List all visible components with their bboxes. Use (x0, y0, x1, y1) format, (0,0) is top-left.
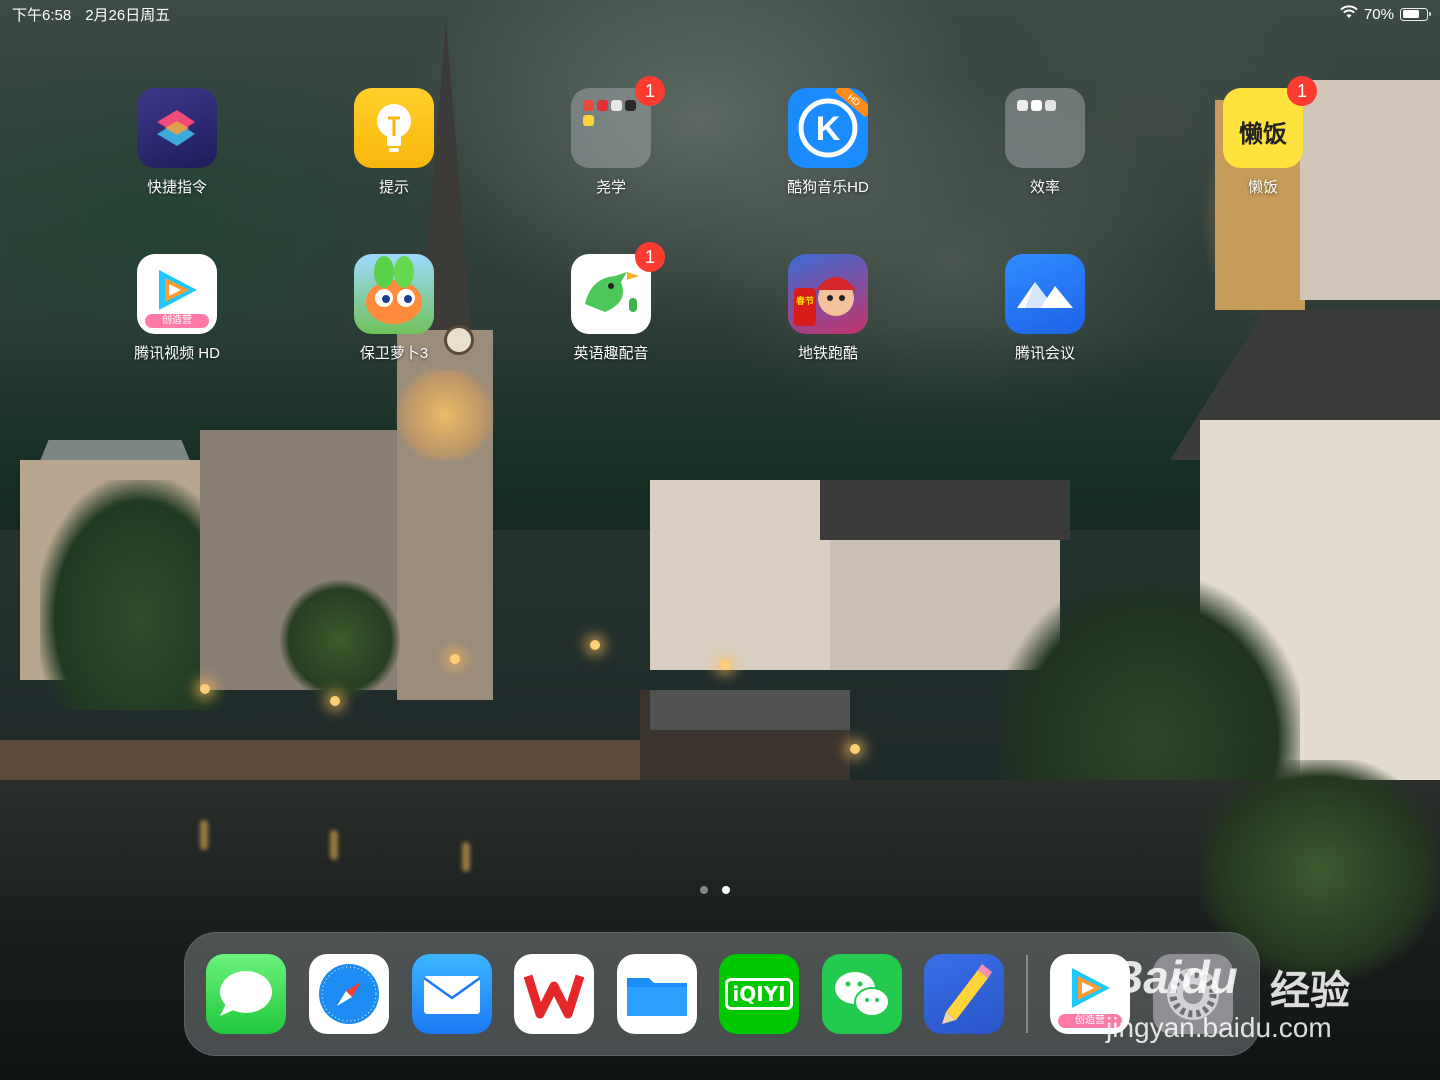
app-carrot-defense[interactable]: 保卫萝卜3 (314, 254, 474, 363)
app-shortcuts[interactable]: 快捷指令 (97, 88, 257, 197)
mail-envelope-icon (423, 976, 481, 1014)
pencil-icon (942, 964, 992, 1024)
wifi-icon (1340, 5, 1358, 23)
app-label: 腾讯会议 (1014, 345, 1075, 362)
wps-w-icon (523, 974, 585, 1019)
watermark-url: jingyan.baidu.com (1106, 1012, 1332, 1043)
folder-icon (1005, 88, 1085, 168)
battery-fill (1402, 10, 1419, 18)
dock-wps[interactable] (514, 954, 594, 1034)
app-english-dubbing[interactable]: 1 英语趣配音 (531, 242, 691, 363)
app-folder-xiaolv[interactable]: 效率 (965, 88, 1125, 197)
app-label: 酷狗音乐HD (787, 179, 869, 196)
status-date: 2月26日周五 (85, 6, 171, 24)
app-label: 英语趣配音 (573, 345, 649, 362)
kugou-k-icon: K HD (788, 88, 868, 168)
shortcuts-icon (137, 88, 217, 168)
tencent-meeting-icon (1005, 254, 1085, 334)
app-lanfan[interactable]: 懒饭 1 懒饭 (1183, 76, 1343, 197)
app-tips[interactable]: 提示 (314, 88, 474, 197)
app-label: 地铁跑酷 (797, 345, 858, 362)
app-label: 效率 (1029, 179, 1060, 196)
notification-badge: 1 (635, 76, 665, 106)
app-label: 保卫萝卜3 (359, 345, 429, 362)
svg-text:K: K (816, 110, 841, 148)
watermark-logo: Baidu (1110, 951, 1238, 1003)
messages-bubble-icon (220, 971, 272, 1016)
app-label: 尧学 (595, 179, 626, 196)
battery-icon (1400, 7, 1431, 21)
iqiyi-icon: iQIYI (725, 978, 793, 1010)
carrot-icon (354, 254, 434, 334)
subway-surfers-icon: 春节 (788, 254, 868, 334)
files-folder-icon (627, 978, 687, 1016)
page-dot[interactable] (700, 886, 708, 894)
baidu-jingyan-watermark: Baidu 经验 jingyan.baidu.com (1100, 930, 1420, 1060)
page-dot-active[interactable] (722, 886, 730, 894)
status-bar: 下午6:58 2月26日周五 70% (0, 0, 1440, 28)
app-subway-surfers[interactable]: 春节 地铁跑酷 (748, 254, 908, 363)
app-kugou[interactable]: K HD 酷狗音乐HD (748, 88, 908, 197)
dock-messages[interactable] (206, 954, 286, 1034)
tencent-video-badge-text: 创造营 (145, 314, 209, 328)
app-tencent-meeting[interactable]: 腾讯会议 (965, 254, 1125, 363)
app-label: 懒饭 (1247, 179, 1278, 196)
page-indicator[interactable] (700, 886, 730, 894)
battery-percent: 70% (1363, 5, 1394, 23)
dock-separator (1026, 955, 1028, 1033)
notification-badge: 1 (1287, 76, 1317, 106)
wechat-icon (835, 972, 890, 1017)
dock-mail[interactable] (412, 954, 492, 1034)
dock-wechat[interactable] (822, 954, 902, 1034)
dock-iqiyi[interactable]: iQIYI (719, 954, 799, 1034)
app-tencent-video[interactable]: 创造营 腾讯视频 HD (97, 254, 257, 363)
dock-safari[interactable] (309, 954, 389, 1034)
dock-files[interactable] (617, 954, 697, 1034)
tips-lightbulb-icon (354, 88, 434, 168)
app-folder-yaoxue[interactable]: 1 尧学 (531, 76, 691, 197)
watermark-jingyan: 经验 (1270, 969, 1350, 1013)
subway-icon-text: 春节 (796, 296, 815, 306)
dock-goodnotes[interactable] (924, 954, 1004, 1034)
app-label: 快捷指令 (146, 179, 207, 196)
notification-badge: 1 (635, 242, 665, 272)
lanfan-icon-text: 懒饭 (1239, 121, 1287, 148)
app-label: 腾讯视频 HD (134, 345, 220, 362)
app-label: 提示 (378, 179, 409, 196)
safari-compass-icon (319, 964, 379, 1024)
status-time: 下午6:58 (12, 6, 72, 24)
tencent-video-icon: 创造营 (137, 254, 217, 334)
